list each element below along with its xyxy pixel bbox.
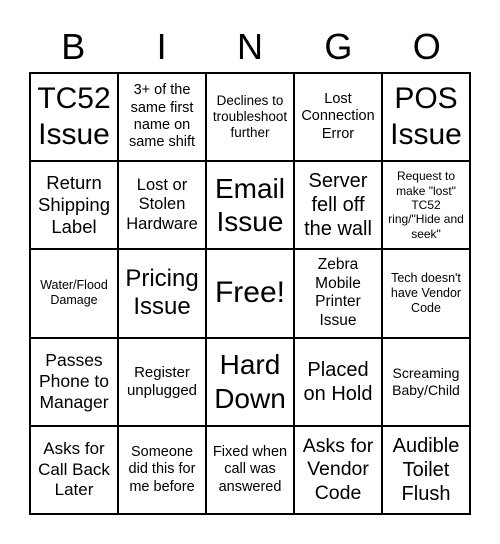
bingo-cell[interactable]: Return Shipping Label — [30, 161, 118, 250]
bingo-cell[interactable]: Tech doesn't have Vendor Code — [382, 249, 470, 338]
bingo-cell[interactable]: Passes Phone to Manager — [30, 337, 118, 426]
header-letter-g: G — [324, 26, 353, 67]
bingo-cell[interactable]: Request to make "lost" TC52 ring/"Hide a… — [382, 161, 470, 250]
cell-text: Tech doesn't have Vendor Code — [390, 270, 462, 315]
cell-text: Placed on Hold — [303, 358, 373, 405]
cell-text: Someone did this for me before — [128, 443, 196, 495]
cell-text: Zebra Mobile Printer Issue — [315, 256, 361, 330]
bingo-cell[interactable]: Lost or Stolen Hardware — [118, 161, 206, 250]
cell-text: Request to make "lost" TC52 ring/"Hide a… — [388, 169, 464, 241]
bingo-cell[interactable]: Audible Toilet Flush — [382, 425, 470, 514]
bingo-cell[interactable]: POS Issue — [382, 73, 470, 162]
bingo-cell[interactable]: Asks for Call Back Later — [30, 425, 118, 514]
cell-text: Asks for Call Back Later — [38, 439, 110, 500]
cell-text: 3+ of the same first name on same shift — [128, 82, 196, 151]
cell-text: Asks for Vendor Code — [302, 434, 374, 504]
cell-text: Screaming Baby/Child — [392, 364, 460, 398]
cell-text: Free! — [214, 276, 286, 310]
free-space-cell[interactable]: Free! — [206, 249, 294, 338]
bingo-cell[interactable]: Zebra Mobile Printer Issue — [294, 249, 382, 338]
bingo-cell[interactable]: TC52 Issue — [30, 73, 118, 162]
header-letter-o: O — [412, 26, 441, 67]
bingo-cell[interactable]: Register unplugged — [118, 337, 206, 426]
bingo-header: BINGO — [29, 22, 471, 72]
cell-text: Fixed when call was answered — [212, 443, 288, 495]
cell-text: Return Shipping Label — [37, 172, 110, 238]
bingo-cell[interactable]: Hard Down — [206, 337, 294, 426]
cell-text: Register unplugged — [126, 363, 198, 399]
cell-text: Declines to troubleshoot further — [212, 92, 288, 141]
bingo-cell[interactable]: Lost Connection Error — [294, 73, 382, 162]
bingo-cell[interactable]: Water/Flood Damage — [30, 249, 118, 338]
cell-text: Email Issue — [214, 172, 285, 238]
bingo-cell[interactable]: 3+ of the same first name on same shift — [118, 73, 206, 162]
bingo-cell[interactable]: Someone did this for me before — [118, 425, 206, 514]
bingo-cell[interactable]: Server fell off the wall — [294, 161, 382, 250]
cell-text: TC52 Issue — [37, 82, 111, 152]
cell-text: POS Issue — [390, 82, 462, 152]
bingo-cell[interactable]: Pricing Issue — [118, 249, 206, 338]
bingo-cell[interactable]: Screaming Baby/Child — [382, 337, 470, 426]
cell-text: Server fell off the wall — [304, 170, 372, 241]
bingo-cell[interactable]: Placed on Hold — [294, 337, 382, 426]
cell-text: Audible Toilet Flush — [392, 434, 460, 505]
cell-text: Water/Flood Damage — [40, 278, 108, 308]
header-letter-n: N — [236, 26, 263, 67]
cell-text: Pricing Issue — [125, 264, 199, 321]
header-letter-i: I — [156, 26, 167, 67]
bingo-cell[interactable]: Email Issue — [206, 161, 294, 250]
bingo-cell[interactable]: Declines to troubleshoot further — [206, 73, 294, 162]
header-letter-b: B — [61, 26, 86, 67]
bingo-cell[interactable]: Fixed when call was answered — [206, 425, 294, 514]
cell-text: Hard Down — [214, 349, 286, 414]
cell-text: Lost or Stolen Hardware — [126, 175, 198, 234]
bingo-cell[interactable]: Asks for Vendor Code — [294, 425, 382, 514]
cell-text: Lost Connection Error — [301, 91, 375, 142]
cell-text: Passes Phone to Manager — [38, 350, 110, 413]
bingo-card-grid: TC52 Issue 3+ of the same first name on s… — [29, 72, 471, 515]
